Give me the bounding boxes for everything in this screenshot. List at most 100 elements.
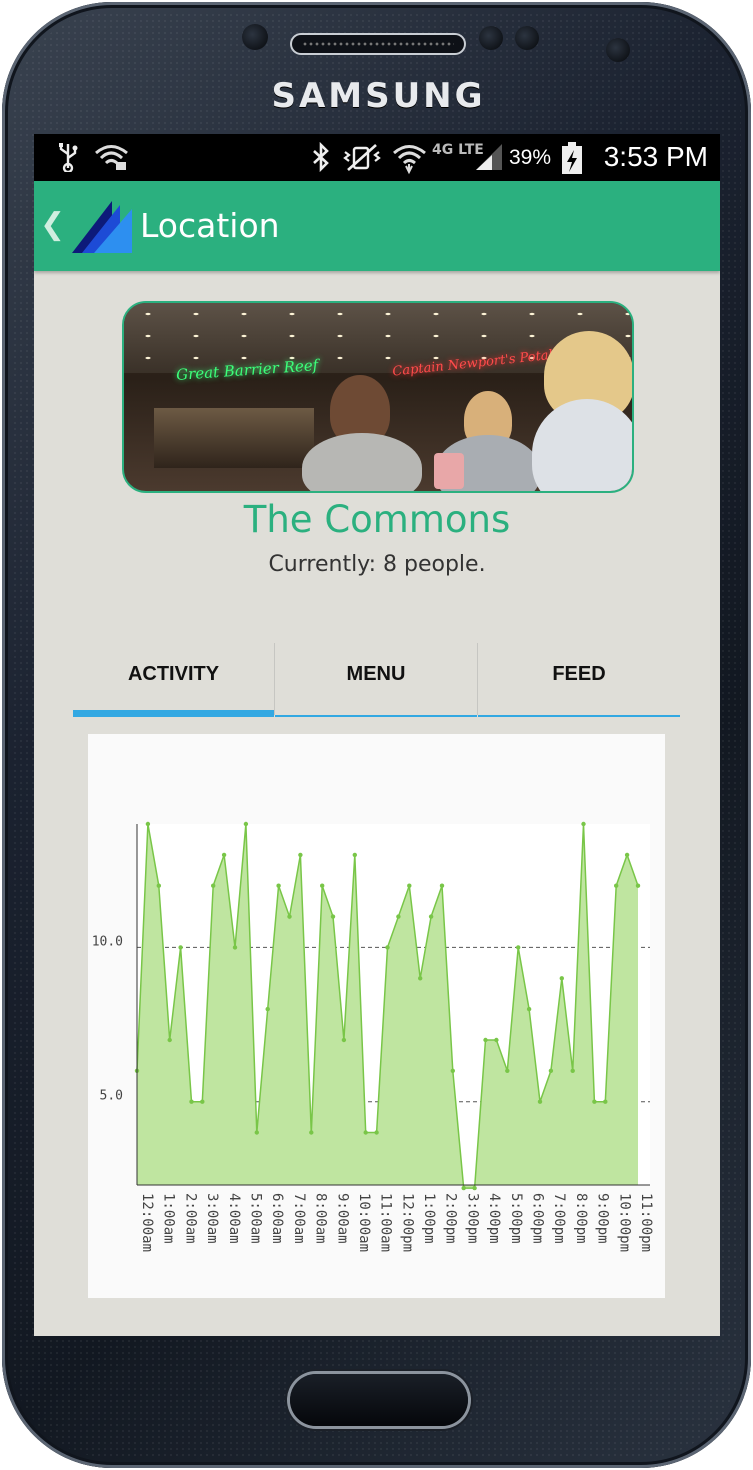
data-point <box>472 1185 477 1191</box>
data-point <box>352 852 357 858</box>
app-logo-icon[interactable] <box>72 201 134 253</box>
data-point <box>450 1068 455 1073</box>
tab-feed[interactable]: FEED <box>478 643 680 717</box>
data-point <box>548 1068 554 1073</box>
data-point <box>559 976 564 981</box>
chevron-left-icon[interactable]: ❮ <box>40 205 65 245</box>
x-tick-label: 9:00am <box>334 1193 350 1244</box>
photo-person-3-body <box>532 399 632 491</box>
occupancy-count: Currently: 8 people. <box>268 552 486 577</box>
x-tick-label: 4:00pm <box>486 1193 502 1244</box>
x-tick-label: 12:00pm <box>399 1193 415 1252</box>
status-bar: 4G LTE 39% 3:53 PM <box>34 134 720 181</box>
data-point <box>211 883 216 888</box>
x-tick-label: 6:00pm <box>530 1193 546 1244</box>
data-point <box>537 1099 543 1104</box>
x-tick-label: 7:00pm <box>551 1193 567 1244</box>
device-brand: SAMSUNG <box>271 76 486 116</box>
usb-icon <box>56 142 80 174</box>
data-point <box>526 1006 532 1012</box>
location-name: The Commons <box>243 498 511 541</box>
x-tick-label: 3:00am <box>204 1193 220 1244</box>
photo-counter <box>154 408 314 468</box>
tab-activity[interactable]: ACTIVITY <box>73 643 274 717</box>
data-point <box>581 821 586 827</box>
data-point <box>200 1099 205 1104</box>
x-tick-label: 10:00am <box>356 1193 372 1252</box>
data-point <box>483 1037 488 1043</box>
x-tick-label: 7:00am <box>291 1193 307 1244</box>
data-point <box>287 914 292 919</box>
vibrate-icon <box>342 142 382 172</box>
data-point <box>309 1130 314 1135</box>
data-point <box>603 1099 608 1104</box>
y-tick-label: 5.0 <box>100 1089 123 1104</box>
status-time: 3:53 PM <box>603 141 708 172</box>
tab-menu[interactable]: MENU <box>275 643 477 717</box>
data-point <box>156 883 161 888</box>
activity-chart: 5.0 10.0 12:00am 1:00am 2:00am 3:00am 4:00am 5:… <box>92 821 654 1252</box>
x-tick-label: 5:00pm <box>508 1193 524 1244</box>
activity-chart-card: 5.0 10.0 12:00am 1:00am 2:00am 3:00am 4:00am 5:… <box>88 734 665 1298</box>
data-point <box>396 914 401 919</box>
data-point <box>341 1037 347 1043</box>
x-tick-label: 8:00am <box>313 1193 329 1244</box>
data-point <box>243 821 249 827</box>
data-point <box>439 883 445 888</box>
data-point <box>254 1130 259 1135</box>
battery-percent: 39% <box>509 146 552 169</box>
earpiece-speaker <box>292 35 464 53</box>
x-tick-label: 5:00am <box>248 1193 264 1244</box>
data-point <box>494 1037 499 1043</box>
photo-person-1-body <box>302 433 422 491</box>
proximity-sensor-icon <box>242 24 268 50</box>
wifi-icon <box>94 142 130 172</box>
x-tick-label: 1:00pm <box>421 1193 437 1244</box>
sensor-icon <box>515 26 539 50</box>
data-point <box>418 976 423 981</box>
signal-icon <box>474 142 504 172</box>
x-tick-label: 6:00am <box>269 1193 285 1244</box>
data-point <box>232 945 238 950</box>
page-title: Location <box>140 206 280 245</box>
x-tick-label: 11:00am <box>378 1193 394 1252</box>
x-tick-label: 8:00pm <box>573 1193 589 1244</box>
data-point <box>320 883 325 888</box>
data-point <box>614 883 619 888</box>
data-point <box>461 1185 466 1191</box>
tab-bar: ACTIVITY MENU FEED <box>73 643 680 719</box>
bluetooth-icon <box>310 141 332 173</box>
data-point <box>145 821 151 827</box>
home-button[interactable] <box>290 1374 468 1426</box>
action-bar: ❮ Location <box>34 181 720 271</box>
data-point <box>167 1037 172 1043</box>
data-point <box>624 852 630 858</box>
location-photo: Great Barrier Reef Captain Newport's Pot… <box>122 301 634 493</box>
wifi-icon <box>392 142 428 175</box>
data-point <box>635 883 641 888</box>
front-camera-icon <box>606 38 630 62</box>
data-point <box>276 883 281 888</box>
data-point <box>374 1130 379 1135</box>
data-point <box>428 914 434 919</box>
x-tick-label: 2:00am <box>182 1193 198 1244</box>
data-point <box>516 945 521 950</box>
x-tick-label: 1:00am <box>161 1193 177 1244</box>
data-point <box>505 1068 510 1073</box>
x-tick-label: 10:00pm <box>616 1193 632 1252</box>
x-tick-label: 11:00pm <box>638 1193 654 1252</box>
data-point <box>178 945 183 950</box>
data-point <box>330 914 336 919</box>
x-tick-label: 3:00pm <box>464 1193 480 1244</box>
battery-charging-icon <box>560 142 584 174</box>
data-point <box>592 1099 597 1104</box>
x-tick-label: 12:00am <box>139 1193 155 1252</box>
y-tick-label: 10.0 <box>92 934 123 949</box>
data-point <box>189 1099 194 1104</box>
screen: 4G LTE 39% 3:53 PM ❮ Location Great Barr… <box>34 134 720 1336</box>
photo-drink <box>434 453 464 489</box>
data-point <box>298 852 303 858</box>
x-tick-label: 2:00pm <box>443 1193 459 1244</box>
data-point <box>385 945 390 950</box>
data-point <box>407 883 412 888</box>
